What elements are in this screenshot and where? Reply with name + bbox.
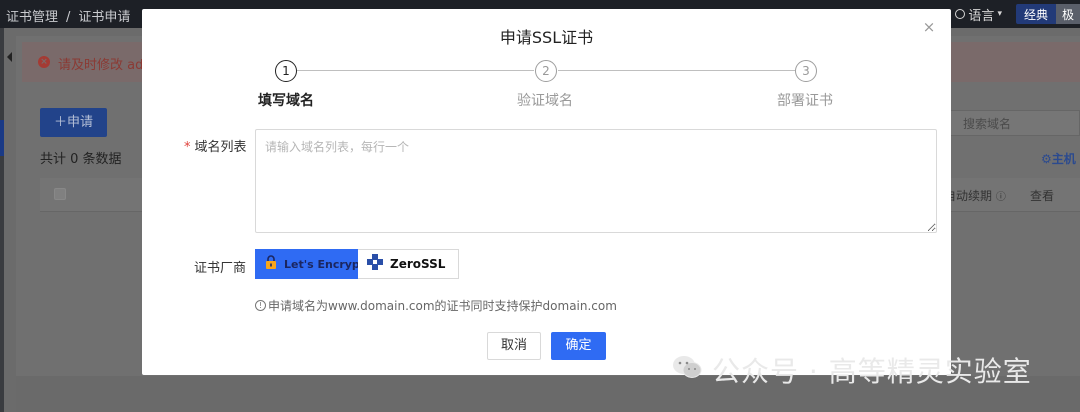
- required-mark: *: [184, 140, 191, 155]
- tip-message: 申请域名为www.domain.com的证书同时支持保护domain.com: [268, 299, 617, 313]
- watermark-text: 公众号 · 高等精灵实验室: [712, 355, 1032, 388]
- domain-list-label: * 域名列表: [184, 136, 247, 155]
- language-switch[interactable]: 语言 ▾: [955, 5, 1002, 24]
- letsencrypt-logo-icon: [264, 255, 278, 273]
- globe-icon: [955, 9, 966, 19]
- vendor-option-letsencrypt[interactable]: Let's Encrypt: [255, 249, 365, 279]
- search-placeholder: 搜索域名: [963, 117, 1012, 131]
- select-all-checkbox[interactable]: [54, 188, 66, 200]
- breadcrumb-separator: /: [66, 10, 71, 25]
- mode-other-button[interactable]: 极: [1055, 4, 1080, 24]
- vendor-selector: Let's Encrypt ZeroSSL: [255, 249, 459, 279]
- domain-list-input[interactable]: [255, 129, 937, 233]
- zerossl-logo-icon: [366, 253, 384, 275]
- step-2-label: 验证域名: [517, 93, 573, 109]
- breadcrumb: 证书管理 / 证书申请: [6, 6, 130, 25]
- apply-ssl-modal: 申请SSL证书 × 1 2 3 填写域名 验证域名 部署证书 *域名列表 证书厂…: [142, 9, 951, 375]
- column-header-renew: 自动续期 ⓘ: [944, 187, 1006, 204]
- error-icon: ×: [38, 56, 50, 68]
- search-input[interactable]: 搜索域名: [950, 110, 1080, 136]
- vendor-label: 证书厂商: [194, 261, 247, 276]
- tip-text: ! 申请域名为www.domain.com的证书同时支持保护domain.com: [255, 297, 617, 314]
- cancel-button[interactable]: 取消: [487, 332, 541, 360]
- apply-button[interactable]: ＋申请: [40, 108, 107, 137]
- chevron-down-icon: ▾: [997, 9, 1002, 19]
- vendor-zerossl-label: ZeroSSL: [390, 257, 446, 271]
- sidebar: [0, 28, 4, 412]
- step-connector-2: [558, 70, 795, 71]
- breadcrumb-item-cert-apply[interactable]: 证书申请: [78, 10, 130, 25]
- step-2-circle: 2: [535, 60, 557, 82]
- language-label: 语言: [968, 8, 995, 24]
- confirm-button[interactable]: 确定: [551, 332, 606, 360]
- breadcrumb-item-cert-manage[interactable]: 证书管理: [6, 10, 58, 25]
- step-1-label: 填写域名: [258, 93, 314, 109]
- step-3-label: 部署证书: [777, 93, 833, 109]
- alert-text: 请及时修改 adı: [58, 58, 147, 73]
- wechat-icon: [672, 354, 702, 387]
- host-link[interactable]: ⚙主机: [1041, 150, 1076, 167]
- column-header-view: 查看: [1030, 189, 1055, 203]
- info-icon: !: [255, 300, 266, 311]
- mode-classic-button[interactable]: 经典: [1015, 4, 1056, 24]
- mode-switch: 经典 极: [1015, 4, 1080, 24]
- vendor-option-zerossl[interactable]: ZeroSSL: [358, 249, 459, 279]
- step-1-circle: 1: [275, 60, 297, 82]
- close-icon[interactable]: ×: [922, 20, 936, 35]
- column-renew-label: 自动续期: [944, 189, 993, 203]
- modal-title: 申请SSL证书: [499, 28, 594, 47]
- domain-list-label-text: 域名列表: [194, 140, 247, 155]
- vendor-letsencrypt-label: Let's Encrypt: [284, 257, 366, 271]
- step-connector-1: [297, 70, 534, 71]
- collapse-arrow-icon[interactable]: [7, 52, 12, 62]
- sidebar-active-indicator: [0, 120, 4, 156]
- step-3-circle: 3: [795, 60, 817, 82]
- watermark: 公众号 · 高等精灵实验室: [672, 350, 1032, 390]
- total-count: 共计 0 条数据: [40, 152, 122, 167]
- help-icon: ⓘ: [995, 192, 1006, 203]
